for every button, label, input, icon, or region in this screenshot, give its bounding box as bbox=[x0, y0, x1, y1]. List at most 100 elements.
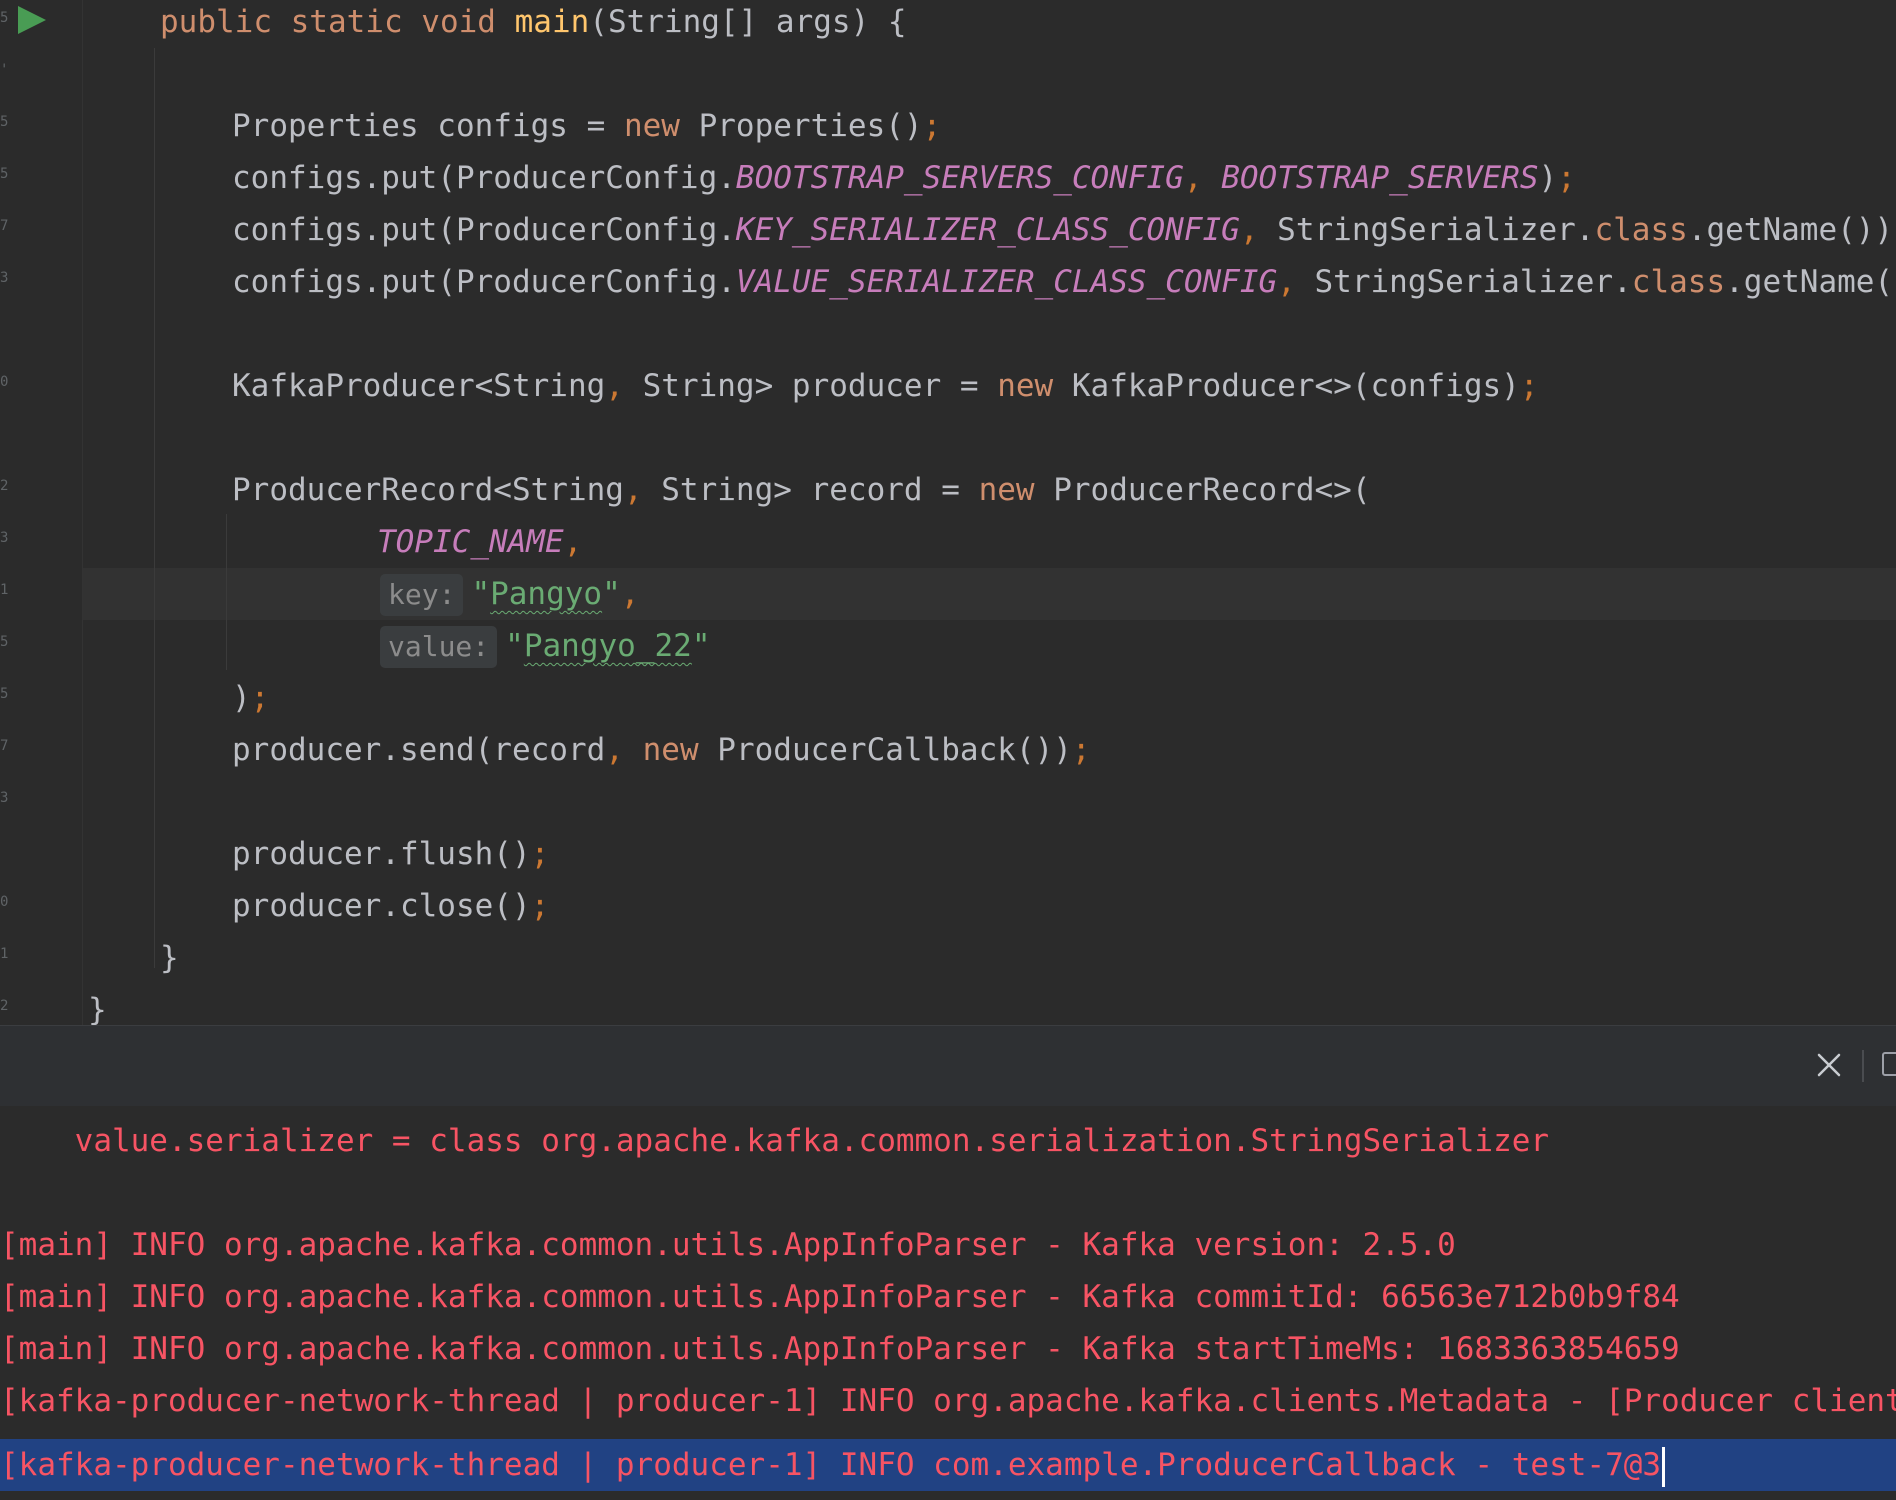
code-line-class-brace: } bbox=[88, 984, 107, 1025]
code-text: StringSerializer. bbox=[1295, 264, 1632, 300]
code-text: ) bbox=[232, 680, 251, 716]
code-text: producer.send(record bbox=[232, 732, 606, 768]
constant: TOPIC_NAME bbox=[377, 524, 564, 560]
code-text: configs.put(ProducerConfig. bbox=[232, 160, 736, 196]
line-number: 5 bbox=[0, 686, 8, 702]
code-text: Properties configs = bbox=[232, 108, 624, 144]
line-number: 3 bbox=[0, 530, 8, 546]
console-line: [main] INFO org.apache.kafka.common.util… bbox=[0, 1279, 1680, 1315]
code-text: KafkaProducer<>(configs) bbox=[1053, 368, 1520, 404]
line-number: 3 bbox=[0, 270, 8, 286]
console-line-callback[interactable]: [kafka-producer-network-thread | produce… bbox=[0, 1439, 1666, 1491]
code-line-close: producer.close(); bbox=[232, 880, 549, 932]
keyword: new bbox=[623, 108, 680, 144]
code-line-value: value: "Pangyo_22" bbox=[380, 620, 710, 672]
indent-guide bbox=[154, 48, 155, 968]
layout-icon[interactable] bbox=[1882, 1052, 1896, 1076]
constant: KEY_SERIALIZER_CLASS_CONFIG bbox=[735, 212, 1240, 248]
code-line-properties: Properties configs = new Properties(); bbox=[232, 100, 941, 152]
comma: , bbox=[605, 368, 624, 404]
line-number: 5 bbox=[0, 114, 8, 130]
console-line: [main] INFO org.apache.kafka.common.util… bbox=[0, 1227, 1456, 1263]
code-line-send: producer.send(record, new ProducerCallba… bbox=[232, 724, 1091, 776]
semicolon: ; bbox=[1519, 368, 1539, 404]
semicolon: ; bbox=[1557, 160, 1576, 196]
semicolon: ; bbox=[1071, 732, 1091, 768]
line-number: 7 bbox=[0, 738, 8, 754]
line-number: 5 bbox=[0, 10, 8, 26]
parameter-hint-value: value: bbox=[380, 626, 498, 668]
keyword: new bbox=[978, 472, 1035, 508]
keyword: new bbox=[642, 732, 699, 768]
comma: , bbox=[620, 576, 640, 612]
parameter-hint-key: key: bbox=[380, 574, 464, 616]
code-text: ) bbox=[1538, 160, 1558, 196]
code-line-producer: KafkaProducer<String, String> producer =… bbox=[232, 360, 1539, 412]
text-caret bbox=[1662, 1446, 1666, 1487]
keyword: public static void bbox=[160, 4, 496, 40]
code-text: .getName()) bbox=[1725, 264, 1896, 300]
code-line-put-key: configs.put(ProducerConfig.KEY_SERIALIZE… bbox=[232, 204, 1896, 256]
code-line-main: public static void main(String[] args) { bbox=[160, 0, 907, 48]
comma: , bbox=[1183, 160, 1203, 196]
editor-gutter: 5 ' 5 5 7 3 0 2 3 1 5 5 7 3 0 1 2 bbox=[0, 0, 83, 1025]
code-text: Properties() bbox=[679, 108, 923, 144]
code-text: ProducerRecord<>( bbox=[1034, 472, 1371, 508]
code-text: ProducerRecord<String bbox=[232, 472, 624, 508]
line-number: 7 bbox=[0, 218, 8, 234]
string-quote: " bbox=[602, 576, 621, 612]
current-line-highlight bbox=[0, 568, 1896, 620]
string-literal: Pangyo bbox=[490, 576, 603, 612]
code-text: producer.flush() bbox=[232, 836, 531, 872]
constant: BOOTSTRAP_SERVERS bbox=[1221, 160, 1539, 196]
semicolon: ; bbox=[530, 888, 550, 924]
line-number: 5 bbox=[0, 166, 8, 182]
code-text: producer.close() bbox=[232, 888, 531, 924]
close-icon[interactable] bbox=[1814, 1050, 1844, 1080]
string-quote: " bbox=[505, 628, 524, 664]
code-text: String> record = bbox=[642, 472, 979, 508]
code-line-close-paren: ); bbox=[232, 672, 269, 724]
code-line-flush: producer.flush(); bbox=[232, 828, 549, 880]
indent-guide bbox=[226, 514, 227, 670]
line-number: 3 bbox=[0, 790, 8, 806]
console-line-value-serializer: value.serializer = class org.apache.kafk… bbox=[0, 1123, 1550, 1159]
console-line: [kafka-producer-network-thread | produce… bbox=[0, 1383, 1896, 1419]
code-text: } bbox=[160, 940, 179, 976]
code-text: ProducerCallback()) bbox=[698, 732, 1072, 768]
comma: , bbox=[605, 732, 624, 768]
keyword: class bbox=[1631, 264, 1726, 300]
run-panel-header bbox=[0, 1025, 1896, 1106]
code-text: .getName()) bbox=[1687, 212, 1894, 248]
semicolon: ; bbox=[530, 836, 550, 872]
line-number: ' bbox=[0, 62, 8, 78]
comma: , bbox=[563, 524, 583, 560]
comma: , bbox=[1277, 264, 1296, 300]
string-quote: " bbox=[691, 628, 711, 664]
code-text: String> producer = bbox=[623, 368, 998, 404]
code-line-method-brace: } bbox=[160, 932, 179, 984]
keyword: new bbox=[997, 368, 1054, 404]
panel-divider bbox=[1862, 1050, 1864, 1082]
semicolon: ; bbox=[250, 680, 270, 716]
line-number: 1 bbox=[0, 946, 8, 962]
code-text: KafkaProducer<String bbox=[232, 368, 606, 404]
code-text: configs.put(ProducerConfig. bbox=[232, 212, 736, 248]
line-number: 2 bbox=[0, 478, 8, 494]
comma: , bbox=[623, 472, 643, 508]
line-number: 0 bbox=[0, 894, 8, 910]
code-editor[interactable]: 5 ' 5 5 7 3 0 2 3 1 5 5 7 3 0 1 2 public… bbox=[0, 0, 1896, 1025]
code-line-topic: TOPIC_NAME, bbox=[377, 516, 582, 568]
code-text: StringSerializer. bbox=[1258, 212, 1595, 248]
comma: , bbox=[1239, 212, 1259, 248]
run-icon[interactable] bbox=[18, 6, 46, 34]
string-quote: " bbox=[471, 576, 491, 612]
semicolon: ; bbox=[922, 108, 942, 144]
line-number: 5 bbox=[0, 634, 8, 650]
code-text: (String[] args) { bbox=[589, 4, 907, 40]
constant: VALUE_SERIALIZER_CLASS_CONFIG bbox=[735, 264, 1278, 300]
console-line: [main] INFO org.apache.kafka.common.util… bbox=[0, 1331, 1680, 1367]
line-number: 0 bbox=[0, 374, 8, 390]
code-line-key: key: "Pangyo", bbox=[380, 568, 639, 620]
line-number: 2 bbox=[0, 998, 8, 1014]
